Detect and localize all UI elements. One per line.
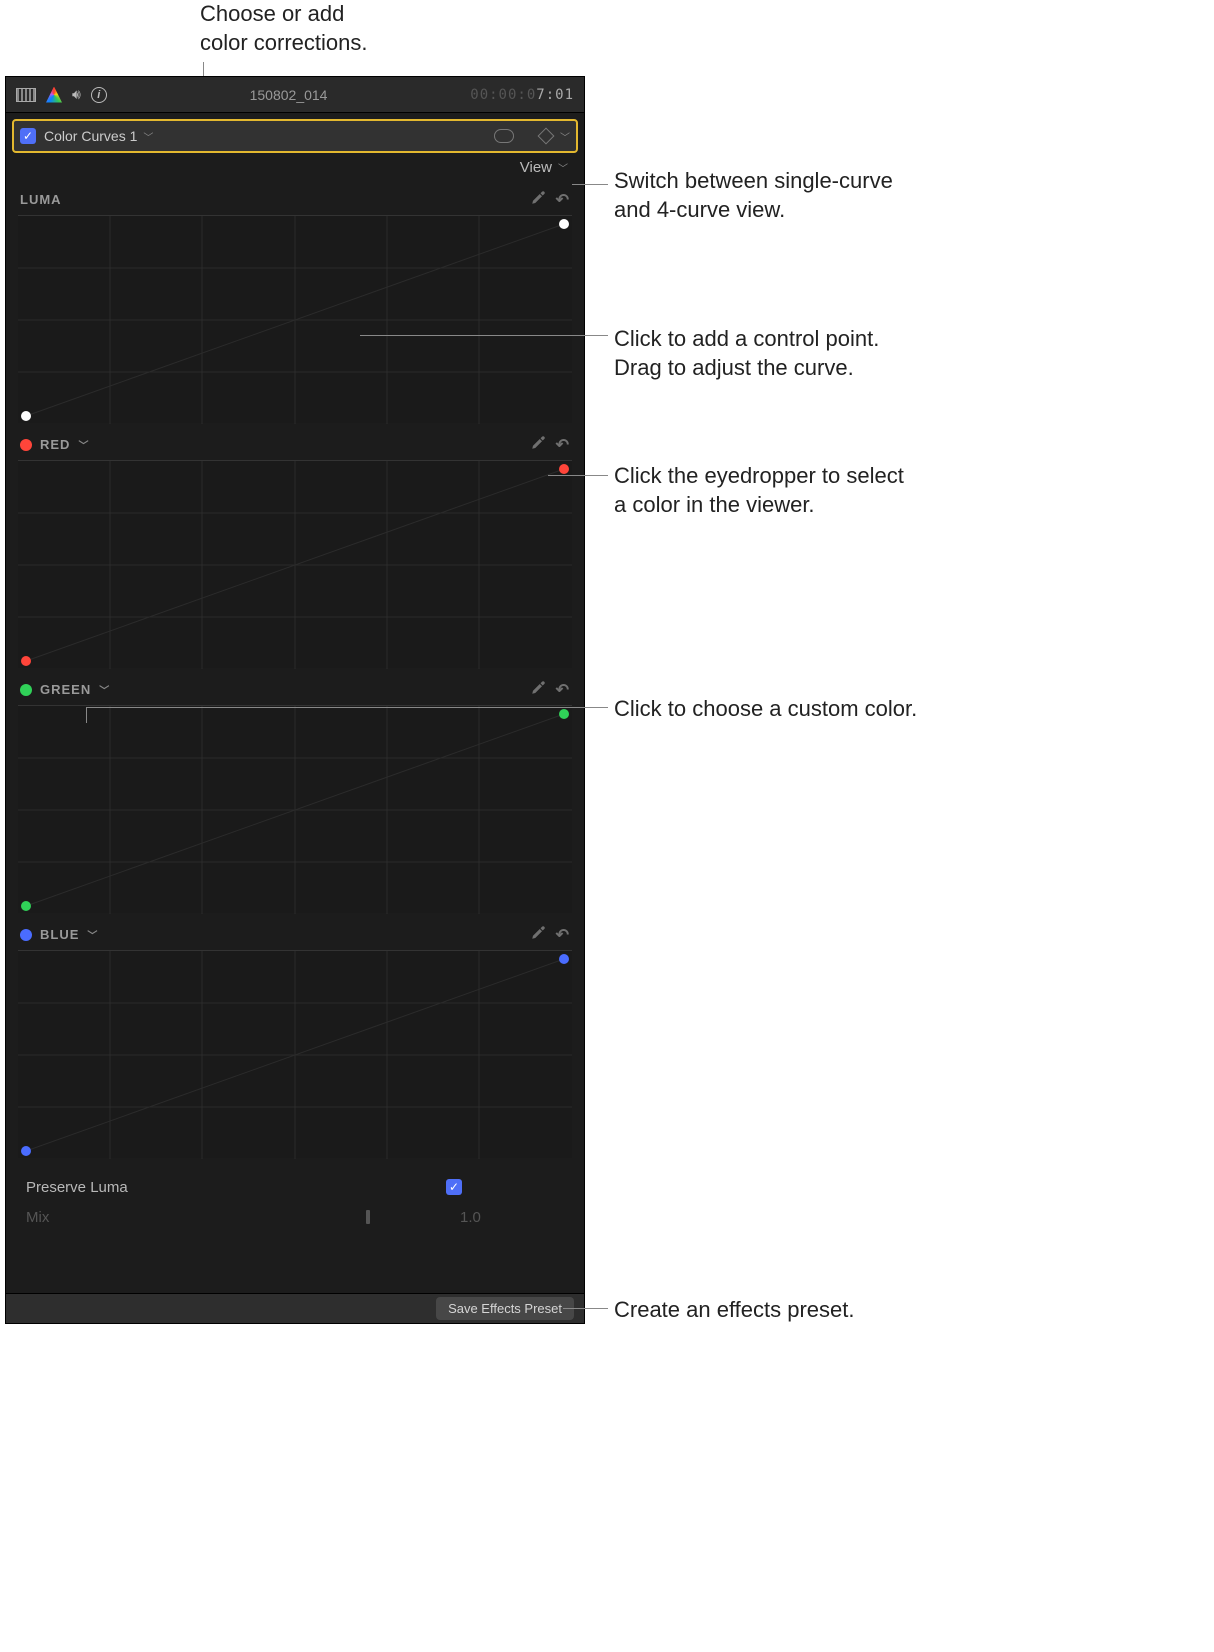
chevron-down-icon: ﹀ [143,129,153,144]
red-section: RED ﹀ ↶ [6,423,584,668]
view-menu[interactable]: View ﹀ [6,153,584,178]
chevron-down-icon[interactable]: ﹀ [560,129,570,144]
mix-value[interactable]: 1.0 [460,1209,481,1226]
effect-enabled-checkbox[interactable]: ✓ [20,128,36,144]
save-effects-preset-button[interactable]: Save Effects Preset [436,1297,574,1320]
annotation-custom: Click to choose a custom color. [614,695,917,724]
annotation-preset: Create an effects preset. [614,1296,855,1325]
blue-swatch[interactable] [20,929,32,941]
chevron-down-icon[interactable]: ﹀ [99,682,110,697]
eyedropper-icon[interactable] [530,433,548,456]
annotation-point: Click to add a control point. Drag to ad… [614,325,879,382]
luma-curve[interactable] [18,215,572,423]
green-section: GREEN ﹀ ↶ [6,668,584,913]
video-tab-icon[interactable] [16,88,36,102]
reset-icon[interactable]: ↶ [556,435,570,455]
preserve-luma-label: Preserve Luma [26,1179,326,1196]
reset-icon[interactable]: ↶ [556,925,570,945]
annotation-view: Switch between single-curve and 4-curve … [614,167,893,224]
reset-icon[interactable]: ↶ [556,190,570,210]
keyframe-icon[interactable] [538,128,555,145]
green-curve[interactable] [18,705,572,913]
chevron-down-icon[interactable]: ﹀ [78,437,89,452]
audio-tab-icon[interactable]: 🔊︎ [72,86,81,103]
red-swatch[interactable] [20,439,32,451]
blue-label: BLUE [40,927,79,942]
eyedropper-icon[interactable] [530,188,548,211]
mask-icon[interactable] [494,129,514,143]
annotation-eyedrop: Click the eyedropper to select a color i… [614,462,904,519]
callout-line [548,475,608,476]
reset-icon[interactable]: ↶ [556,680,570,700]
callout-line [572,184,608,185]
footer: Save Effects Preset [6,1293,584,1323]
callout-line [563,1308,608,1309]
view-label: View [520,159,552,176]
correction-picker[interactable]: Color Curves 1 ﹀ [44,128,153,144]
color-tab-icon[interactable] [46,87,62,103]
callout-line [86,707,87,723]
red-label: RED [40,437,70,452]
luma-label: LUMA [20,192,62,207]
eyedropper-icon[interactable] [530,678,548,701]
effect-header-row: ✓ Color Curves 1 ﹀ ﹀ [12,119,578,153]
inspector-tab-bar: 🔊︎ i 150802_014 00:00:07:01 [6,77,584,113]
blue-section: BLUE ﹀ ↶ [6,913,584,1158]
luma-section: LUMA ↶ [6,178,584,423]
green-label: GREEN [40,682,91,697]
chevron-down-icon[interactable]: ﹀ [87,927,98,942]
correction-name: Color Curves 1 [44,128,137,144]
mix-slider[interactable] [366,1210,370,1224]
blue-curve[interactable] [18,950,572,1158]
color-inspector-panel: 🔊︎ i 150802_014 00:00:07:01 ✓ Color Curv… [5,76,585,1324]
eyedropper-icon[interactable] [530,923,548,946]
mix-label: Mix [26,1209,256,1226]
callout-line [360,335,608,336]
params: Preserve Luma ✓ Mix 1.0 [6,1158,584,1232]
chevron-down-icon: ﹀ [558,160,568,175]
preserve-luma-checkbox[interactable]: ✓ [446,1179,462,1195]
annotation-top: Choose or add color corrections. [200,0,368,57]
green-swatch[interactable] [20,684,32,696]
clip-name: 150802_014 [117,87,460,103]
timecode: 00:00:07:01 [470,87,574,103]
info-tab-icon[interactable]: i [91,87,107,103]
callout-line [86,707,608,708]
red-curve[interactable] [18,460,572,668]
